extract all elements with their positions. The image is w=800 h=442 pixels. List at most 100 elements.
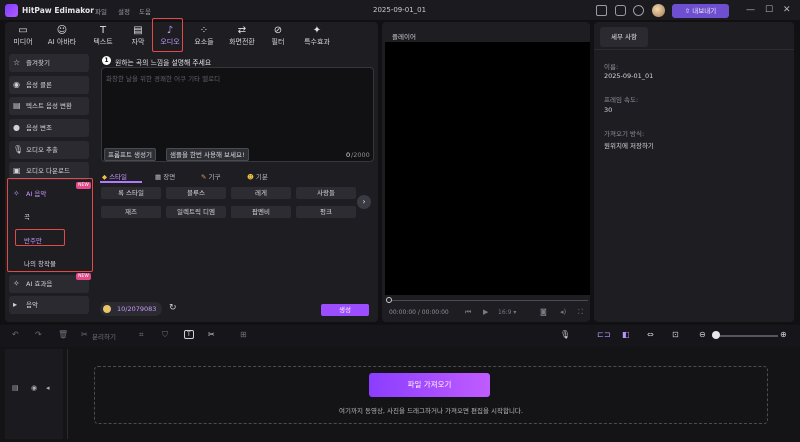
- refresh-icon[interactable]: ↻: [169, 303, 177, 313]
- style-chip[interactable]: 레게: [231, 187, 291, 199]
- text-icon: T: [99, 24, 107, 36]
- app-name: HitPaw Edimakor: [22, 6, 94, 15]
- import-method-label: 가져오기 방식:: [604, 130, 645, 138]
- split-label[interactable]: 분리하기: [92, 331, 116, 341]
- style-chip[interactable]: 일렉트릭 디엠: [166, 206, 226, 218]
- tab-details[interactable]: 세부 사항: [600, 27, 648, 47]
- zoom-out-icon[interactable]: ⊖: [699, 330, 706, 339]
- redo-icon[interactable]: ↷: [35, 330, 42, 339]
- video-preview[interactable]: [385, 42, 590, 295]
- export-button[interactable]: ⇧ 내보내기: [672, 4, 729, 18]
- sidebar-item-voice-clone[interactable]: ◉ 음성 클론: [9, 76, 89, 94]
- zoom-in-icon[interactable]: ⊕: [780, 330, 787, 339]
- zoom-handle[interactable]: [712, 331, 720, 339]
- tab-text[interactable]: T 텍스트: [86, 23, 120, 49]
- sidebar-item-music[interactable]: ▸ 음악: [9, 296, 89, 314]
- sidebar-item-audio-extract[interactable]: 🎙 오디오 추출: [9, 141, 89, 159]
- coin-icon: [103, 305, 111, 313]
- track-header: [5, 349, 63, 439]
- prev-frame-icon[interactable]: ⏮: [465, 308, 471, 317]
- track-divider: [67, 349, 68, 439]
- ratio-value: 16:9: [498, 309, 512, 316]
- monitor-icon[interactable]: [596, 5, 607, 16]
- zoom-slider[interactable]: [712, 335, 778, 337]
- tab-ai-avatar[interactable]: ☺ AI 아바타: [45, 23, 79, 49]
- text-tool-icon[interactable]: T: [184, 330, 194, 339]
- tab-subtitle[interactable]: ▤ 자막: [121, 23, 155, 49]
- tab-label: 자막: [131, 38, 145, 46]
- prompt-generator-button[interactable]: 프롬프트 생성기: [104, 148, 156, 161]
- sidebar-item-label: 즐겨찾기: [26, 59, 50, 67]
- style-chip[interactable]: 재즈: [101, 206, 161, 218]
- name-label: 이름:: [604, 63, 619, 71]
- chevron-right-icon[interactable]: ›: [357, 195, 371, 209]
- drop-hint: 여기까지 동영상, 사진을 드래그하거나 가져오면 편집을 시작합니다.: [339, 407, 523, 415]
- volume-icon[interactable]: ◂): [560, 308, 566, 316]
- scene-icon: ▦: [155, 173, 164, 181]
- snap-icon[interactable]: ◧: [622, 330, 630, 339]
- sidebar-item-tts[interactable]: ▤ 텍스트 음성 변환: [9, 97, 89, 115]
- sample-button[interactable]: 샘플을 한번 사용해 보세요!: [166, 148, 249, 161]
- char-count: 0: [346, 151, 351, 159]
- subtitle-icon: ▤: [133, 24, 143, 36]
- fps-label: 프레임 속도:: [604, 96, 639, 104]
- delete-icon[interactable]: 🗑: [58, 330, 68, 339]
- style-chip[interactable]: 사랑들: [296, 187, 356, 199]
- sidebar-item-voice-changer[interactable]: ● 음성 변조: [9, 119, 89, 137]
- shield-icon[interactable]: ⛉: [162, 330, 168, 340]
- feedback-icon[interactable]: [615, 5, 626, 16]
- tab-label: 요소들: [194, 38, 214, 46]
- play-icon[interactable]: ▶: [483, 308, 488, 316]
- divider: [594, 49, 794, 50]
- tab-effects[interactable]: ✦ 특수효과: [300, 23, 334, 49]
- split-icon[interactable]: ✂: [81, 330, 88, 339]
- scissors-icon[interactable]: ✂: [208, 330, 215, 339]
- tab-media[interactable]: ▭ 미디어: [6, 23, 40, 49]
- fullscreen-icon[interactable]: ⛶: [578, 308, 583, 317]
- tab-label: 필터: [271, 38, 285, 46]
- tab-elements[interactable]: ⁘ 요소들: [187, 23, 221, 49]
- progress-track[interactable]: [387, 300, 588, 301]
- menu-help[interactable]: 도움: [139, 6, 151, 16]
- close-icon[interactable]: ✕: [783, 4, 791, 16]
- ratio-dropdown[interactable]: 16:9 ▾: [498, 309, 516, 316]
- style-chip[interactable]: 펑크: [296, 206, 356, 218]
- add-marker-icon[interactable]: ⊞: [240, 330, 247, 339]
- microphone-icon[interactable]: 🎙: [560, 330, 570, 339]
- player-title: 플레이어: [392, 33, 416, 41]
- voice-changer-icon: ●: [13, 123, 20, 132]
- user-avatar[interactable]: [652, 4, 665, 17]
- style-tab-style[interactable]: ◆ 스타일: [102, 171, 127, 181]
- minimize-icon[interactable]: —: [746, 4, 755, 16]
- fit-icon[interactable]: ⊡: [672, 330, 679, 339]
- style-tab-instrument[interactable]: ✎ 기구: [201, 171, 220, 181]
- crop-icon[interactable]: ⌗: [139, 330, 144, 340]
- tab-filter[interactable]: ⊘ 필터: [261, 23, 295, 49]
- link-icon[interactable]: ⊏⊐: [597, 330, 610, 339]
- menu-file[interactable]: 파일: [95, 6, 107, 16]
- speaker-icon[interactable]: ◂: [46, 384, 50, 392]
- style-tab-scene[interactable]: ▦ 장면: [155, 171, 175, 181]
- menu-settings[interactable]: 설정: [118, 6, 130, 16]
- style-chip[interactable]: 팝멘비: [231, 206, 291, 218]
- style-chip[interactable]: 블루스: [166, 187, 226, 199]
- char-max: /2000: [351, 151, 370, 159]
- track-video-icon[interactable]: ▤: [12, 384, 19, 392]
- ai-music-highlight: [7, 178, 93, 272]
- maximize-icon[interactable]: ☐: [765, 4, 773, 16]
- effects-icon: ✦: [312, 24, 322, 36]
- undo-icon[interactable]: ↶: [12, 330, 19, 339]
- style-chip[interactable]: 록 스타일: [101, 187, 161, 199]
- snapshot-icon[interactable]: ◙: [540, 308, 547, 316]
- timeline-toolbar: [0, 325, 800, 347]
- progress-handle[interactable]: [386, 297, 392, 303]
- download-status-icon[interactable]: [633, 5, 644, 16]
- generate-button[interactable]: 생성: [321, 304, 369, 316]
- tab-transition[interactable]: ⇄ 화면전환: [225, 23, 259, 49]
- mirror-icon[interactable]: ⇔: [647, 330, 654, 339]
- import-files-button[interactable]: 파일 가져오기: [369, 373, 490, 397]
- avatar-icon: ☺: [56, 24, 68, 36]
- style-tab-mood[interactable]: ☻ 기분: [247, 171, 268, 181]
- eye-icon[interactable]: ◉: [31, 384, 37, 392]
- sidebar-item-favorites[interactable]: ☆ 즐겨찾기: [9, 54, 89, 72]
